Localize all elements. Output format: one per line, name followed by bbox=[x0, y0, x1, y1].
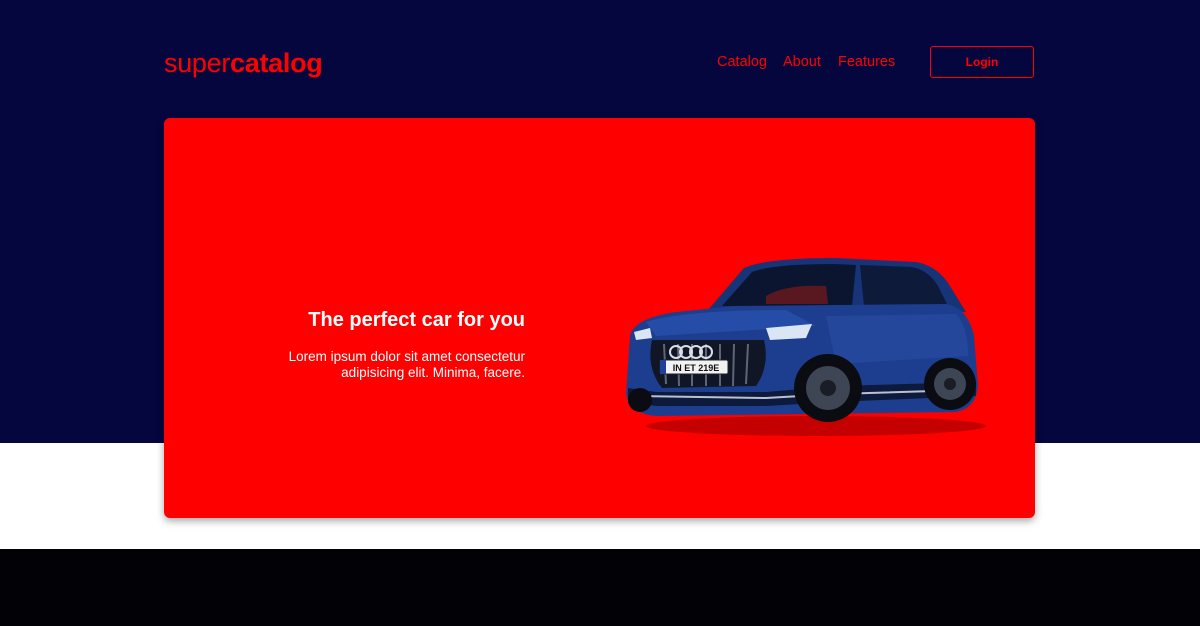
logo-bold-text: catalog bbox=[230, 48, 323, 78]
footer-background bbox=[0, 549, 1200, 626]
hero-title: The perfect car for you bbox=[308, 309, 525, 331]
hero-card: The perfect car for you Lorem ipsum dolo… bbox=[164, 118, 1035, 518]
hero-description: Lorem ipsum dolor sit amet consectetur a… bbox=[288, 349, 525, 380]
car-image: IN ET 219E bbox=[626, 258, 986, 436]
nav-link-about[interactable]: About bbox=[783, 53, 821, 71]
license-plate-text: IN ET 219E bbox=[673, 363, 720, 373]
nav-link-catalog[interactable]: Catalog bbox=[717, 53, 767, 71]
logo[interactable]: supercatalog bbox=[164, 46, 323, 80]
logo-light-text: super bbox=[164, 48, 231, 78]
nav-link-features[interactable]: Features bbox=[838, 53, 895, 71]
login-button[interactable]: Login bbox=[930, 46, 1034, 78]
